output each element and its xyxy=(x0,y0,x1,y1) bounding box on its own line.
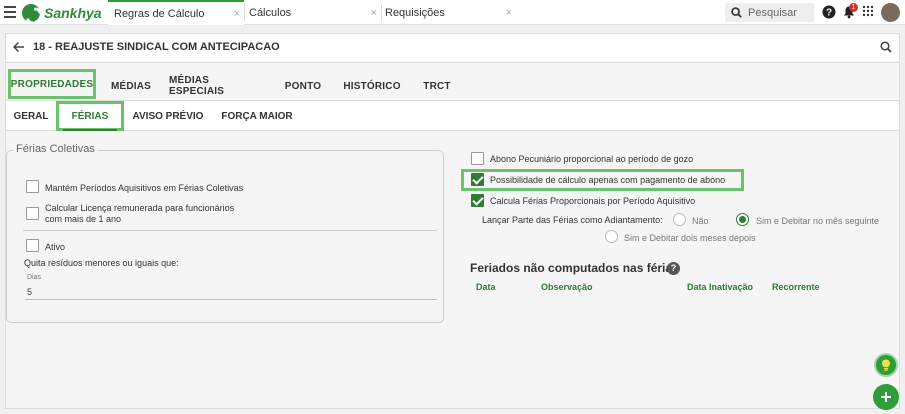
tab-aviso-previo[interactable]: AVISO PRÉVIO xyxy=(132,101,204,131)
tab-medias-especiais[interactable]: MÉDIAS ESPECIAIS xyxy=(169,71,265,101)
tab-ponto[interactable]: PONTO xyxy=(278,71,328,101)
calcular-licenca-label-line2: com mais de 1 ano xyxy=(45,214,122,224)
tab-geral[interactable]: GERAL xyxy=(11,101,51,131)
divider xyxy=(23,230,437,231)
mantem-periodos-label: Mantém Períodos Aquisitivos em Férias Co… xyxy=(45,183,244,193)
ferias-coletivas-group: Férias Coletivas Mantém Períodos Aquisit… xyxy=(6,143,444,323)
add-button[interactable] xyxy=(873,384,899,410)
ferias-content: Férias Coletivas Mantém Períodos Aquisit… xyxy=(6,132,899,408)
col-data[interactable]: Data xyxy=(476,282,496,292)
main-tabs: PROPRIEDADES MÉDIAS MÉDIAS ESPECIAIS PON… xyxy=(6,69,899,101)
global-search[interactable] xyxy=(725,3,814,22)
plus-icon xyxy=(881,392,891,402)
close-tab-icon[interactable]: × xyxy=(371,7,377,19)
possibilidade-abono-checkbox[interactable] xyxy=(471,173,484,186)
tab-label: Cálculos xyxy=(249,6,292,19)
menu-icon[interactable] xyxy=(4,6,16,18)
back-arrow-icon[interactable] xyxy=(12,41,25,56)
col-observacao[interactable]: Observação xyxy=(541,282,593,292)
brand-logo[interactable]: Sankhya xyxy=(22,3,102,23)
feriados-title: Feriados não computados nas férias xyxy=(470,261,679,275)
group-legend: Férias Coletivas xyxy=(13,143,98,155)
search-icon xyxy=(731,7,742,18)
dias-input-underline xyxy=(25,299,437,300)
page-title: 18 - REAJUSTE SINDICAL COM ANTECIPACAO xyxy=(33,41,280,53)
radio-nao-label: Não xyxy=(692,216,709,226)
ativo-checkbox[interactable] xyxy=(26,239,39,252)
svg-text:?: ? xyxy=(826,8,832,19)
apps-grid-icon[interactable] xyxy=(862,5,876,19)
tab-medias[interactable]: MÉDIAS xyxy=(106,71,156,101)
radio-nao[interactable] xyxy=(673,213,686,226)
radio-sim-dois-meses-label: Sim e Debitar dois meses depois xyxy=(624,233,756,243)
tab-requisicoes[interactable]: Requisições × xyxy=(382,0,516,25)
radio-sim-dois-meses[interactable] xyxy=(605,230,618,243)
active-tab-indicator xyxy=(63,129,117,131)
tab-propriedades[interactable]: PROPRIEDADES xyxy=(8,69,96,99)
calcular-licenca-checkbox[interactable] xyxy=(26,207,39,220)
record-header: 18 - REAJUSTE SINDICAL COM ANTECIPACAO xyxy=(5,33,900,61)
tips-button[interactable] xyxy=(874,353,898,377)
dias-input[interactable]: 5 xyxy=(27,286,32,298)
sankhya-logo-icon xyxy=(22,4,40,22)
lancar-adiantamento-label: Lançar Parte das Férias como Adiantament… xyxy=(482,215,663,225)
search-input[interactable] xyxy=(748,6,808,19)
tab-trct[interactable]: TRCT xyxy=(419,71,455,101)
tab-ferias[interactable]: FÉRIAS xyxy=(56,101,124,131)
top-bar: Sankhya Regras de Cálculo × Cálculos × R… xyxy=(0,0,905,25)
mantem-periodos-checkbox[interactable] xyxy=(26,180,39,193)
search-icon[interactable] xyxy=(880,41,892,56)
radio-sim-mes-seguinte-label: Sim e Debitar no mês seguinte xyxy=(756,216,880,226)
col-data-inativacao[interactable]: Data Inativação xyxy=(687,282,753,292)
tab-label: Requisições xyxy=(385,6,445,19)
help-icon[interactable]: ? xyxy=(667,262,680,275)
dias-field-label: Dias xyxy=(27,274,42,281)
abono-pecuniario-checkbox[interactable] xyxy=(471,152,484,165)
notification-badge: 1 xyxy=(849,3,858,12)
ativo-label: Ativo xyxy=(45,242,66,252)
tab-label: FÉRIAS xyxy=(71,110,109,122)
tab-calculos[interactable]: Cálculos × xyxy=(245,0,381,25)
possibilidade-abono-label: Possibilidade de cálculo apenas com paga… xyxy=(490,175,726,185)
tab-historico[interactable]: HISTÓRICO xyxy=(341,71,403,101)
user-avatar[interactable] xyxy=(881,3,900,22)
calcula-proporcionais-label: Calcula Férias Proporcionais por Período… xyxy=(490,196,696,206)
tab-forca-maior[interactable]: FORÇA MAIOR xyxy=(221,101,293,131)
quita-residuos-label: Quita resíduos menores ou iguais que: xyxy=(24,258,179,268)
tab-regras-de-calculo[interactable]: Regras de Cálculo × xyxy=(108,0,244,25)
sub-tabs: GERAL FÉRIAS AVISO PRÉVIO FORÇA MAIOR xyxy=(6,101,899,131)
abono-pecuniario-label: Abono Pecuniário proporcional ao período… xyxy=(490,154,694,164)
brand-name: Sankhya xyxy=(44,5,102,21)
radio-sim-mes-seguinte[interactable] xyxy=(736,213,749,226)
calcula-proporcionais-checkbox[interactable] xyxy=(471,194,484,207)
tab-label: Regras de Cálculo xyxy=(114,7,205,20)
lightbulb-icon xyxy=(882,359,890,371)
main-card: PROPRIEDADES MÉDIAS MÉDIAS ESPECIAIS PON… xyxy=(5,62,900,409)
col-recorrente[interactable]: Recorrente xyxy=(772,282,820,292)
close-tab-icon[interactable]: × xyxy=(506,7,512,19)
close-tab-icon[interactable]: × xyxy=(234,8,240,20)
help-icon[interactable]: ? xyxy=(822,5,836,19)
